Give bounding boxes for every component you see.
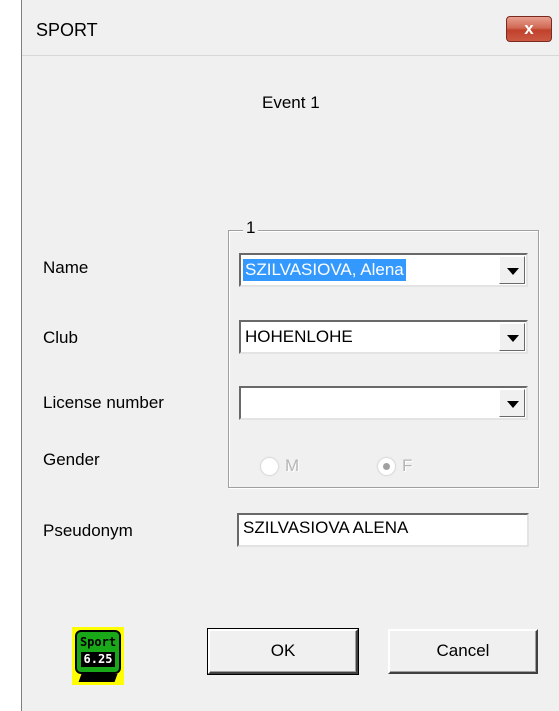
- radio-button-icon: [261, 458, 278, 475]
- logo-text: Sport: [79, 635, 117, 649]
- club-label: Club: [43, 328, 78, 347]
- logo-version: 6.25: [81, 652, 115, 667]
- club-combobox[interactable]: HOHENLOHE: [239, 320, 528, 354]
- close-button[interactable]: x: [506, 16, 552, 42]
- logo-base: [78, 674, 118, 682]
- title-bar[interactable]: SPORT x: [22, 0, 559, 56]
- chevron-down-icon[interactable]: [499, 389, 525, 417]
- license-number-label: License number: [43, 393, 164, 412]
- gender-option-f: F: [402, 456, 413, 475]
- dialog-body: Event 1 1 Name SZILVASIOVA, Alena Club H…: [22, 56, 559, 711]
- window-title: SPORT: [36, 20, 98, 40]
- license-number-value: [243, 392, 247, 414]
- name-combobox[interactable]: SZILVASIOVA, Alena: [239, 253, 528, 287]
- group-label: 1: [243, 218, 259, 238]
- pseudonym-input[interactable]: SZILVASIOVA ALENA: [237, 513, 529, 547]
- license-number-combobox[interactable]: [239, 386, 528, 420]
- close-icon: x: [524, 19, 534, 38]
- chevron-down-icon[interactable]: [499, 323, 525, 351]
- sport-dialog: SPORT x Event 1 1 Name SZILVASIOVA, Alen…: [21, 0, 559, 711]
- cancel-button[interactable]: Cancel: [388, 629, 538, 674]
- gender-label: Gender: [43, 450, 100, 469]
- pseudonym-label: Pseudonym: [43, 521, 133, 540]
- event-label: Event 1: [262, 93, 320, 112]
- name-label: Name: [43, 258, 89, 277]
- club-value: HOHENLOHE: [245, 327, 353, 346]
- sport-logo: Sport 6.25: [72, 627, 124, 685]
- radio-button-icon: [378, 458, 395, 475]
- name-value: SZILVASIOVA, Alena: [243, 259, 406, 281]
- logo-badge: Sport 6.25: [75, 630, 121, 674]
- ok-button[interactable]: OK: [207, 628, 359, 675]
- chevron-down-icon[interactable]: [499, 256, 525, 284]
- gender-option-m: M: [285, 456, 300, 475]
